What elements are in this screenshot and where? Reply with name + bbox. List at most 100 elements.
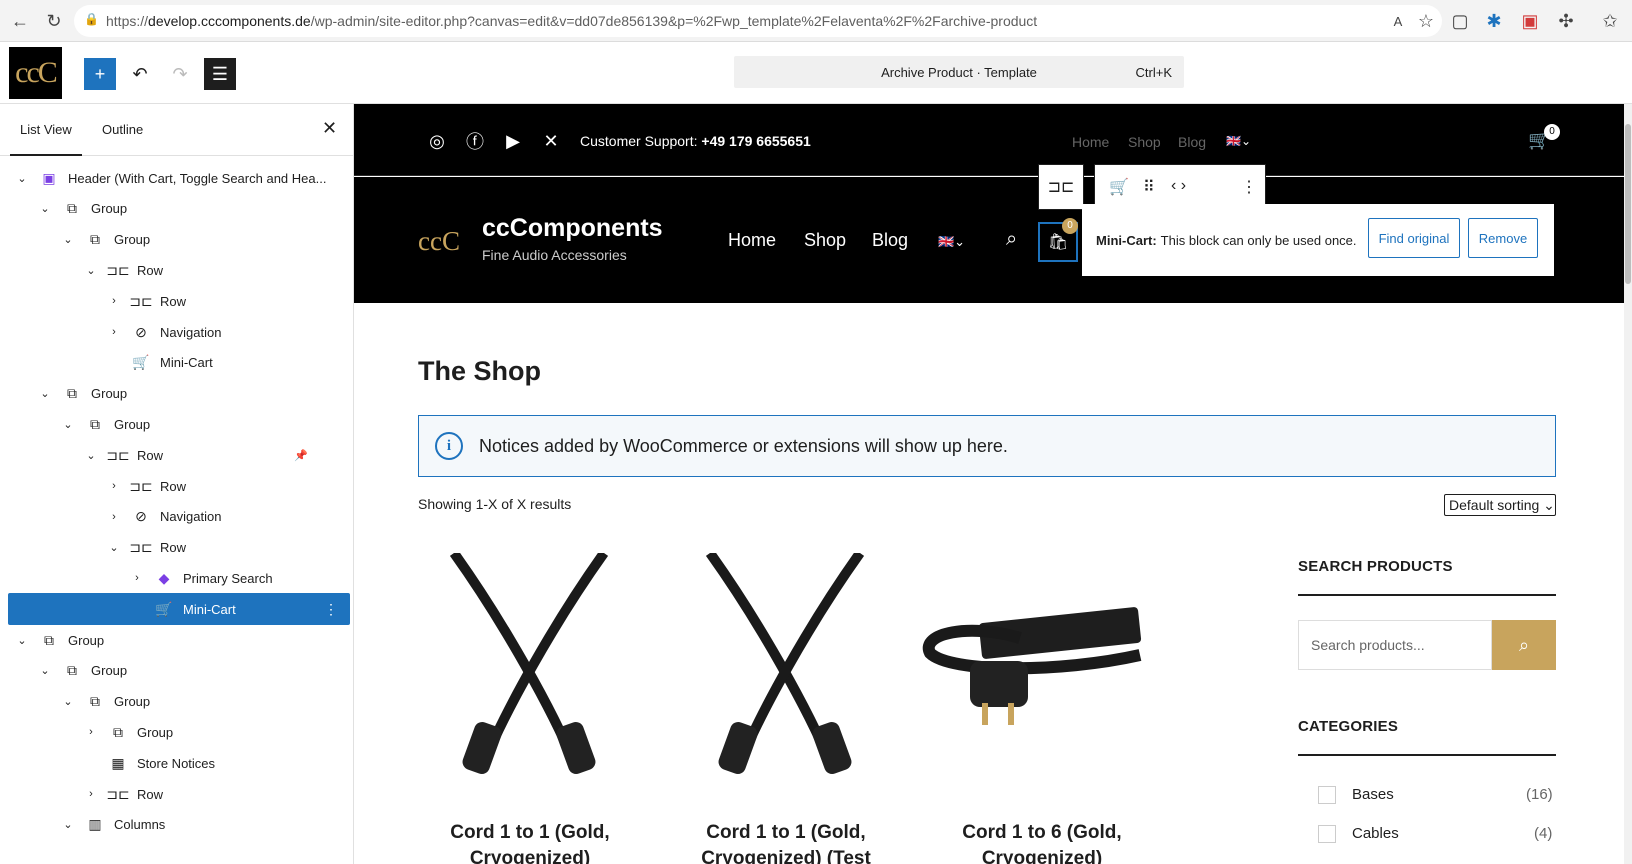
add-block-button[interactable]: + xyxy=(84,58,116,90)
list-view-item[interactable]: ⌄ ⊐⊏ Row 📌 xyxy=(8,439,350,471)
extensions-puzzle-icon[interactable]: ✣ xyxy=(1554,9,1578,33)
list-view-item[interactable]: ⌄ ⧉ Group xyxy=(8,686,350,718)
expand-chevron-icon[interactable]: ⌄ xyxy=(108,541,120,554)
tab-list-view[interactable]: List View xyxy=(10,122,82,156)
list-view-item[interactable]: 🛒 Mini-Cart xyxy=(8,347,350,379)
list-view-item[interactable]: ⌄ ⧉ Group xyxy=(8,408,350,440)
facebook-icon[interactable]: ⓕ xyxy=(464,130,486,152)
list-view-item[interactable]: ⌄ ⧉ Group xyxy=(8,655,350,687)
expand-chevron-icon[interactable]: › xyxy=(108,326,120,338)
drag-handle-icon[interactable]: ⠿ xyxy=(1143,177,1155,197)
uk-flag-icon[interactable]: 🇬🇧⌄ xyxy=(1226,134,1251,148)
item-options-icon[interactable]: ⋮ xyxy=(324,601,338,618)
list-view-item[interactable]: ⌄ ▥ Columns xyxy=(8,809,350,841)
brand-name[interactable]: ccComponents xyxy=(482,214,663,243)
main-nav-blog[interactable]: Blog xyxy=(872,230,908,251)
category-name[interactable]: Bases xyxy=(1352,786,1394,803)
back-icon[interactable]: ← xyxy=(8,9,32,33)
expand-chevron-icon[interactable]: › xyxy=(85,788,97,800)
expand-chevron-icon[interactable]: › xyxy=(108,295,120,307)
brand-logo[interactable]: ccC xyxy=(418,226,466,260)
reload-icon[interactable]: ↻ xyxy=(42,9,66,33)
move-arrows-icon[interactable]: ‹ › xyxy=(1171,177,1186,195)
parent-row-button[interactable]: ⊐⊏ xyxy=(1038,164,1084,210)
expand-chevron-icon[interactable]: ⌄ xyxy=(85,449,97,462)
block-type-icon: ⊘ xyxy=(135,323,147,340)
document-overview-button[interactable]: ☰ xyxy=(204,58,236,90)
tab-outline[interactable]: Outline xyxy=(102,122,143,137)
list-view-item[interactable]: ⌄ ⊐⊏ Row xyxy=(8,532,350,564)
extension-icon[interactable]: ✱ xyxy=(1482,9,1506,33)
block-type-icon: ⊐⊏ xyxy=(129,292,153,309)
list-view-item[interactable]: ⌄ ⧉ Group xyxy=(8,193,350,225)
category-checkbox[interactable] xyxy=(1318,825,1336,843)
list-view-item[interactable]: › ⊐⊏ Row xyxy=(8,470,350,502)
list-view-item[interactable]: ▦ Store Notices xyxy=(8,747,350,779)
expand-chevron-icon[interactable]: › xyxy=(131,572,143,584)
close-icon[interactable]: ✕ xyxy=(322,118,337,139)
product-title[interactable]: Cord 1 to 6 (Gold, Cryogenized) xyxy=(922,820,1162,864)
product-title[interactable]: Cord 1 to 1 (Gold, Cryogenized) (Test xyxy=(666,820,906,864)
list-view-item[interactable]: › ⊘ Navigation xyxy=(8,501,350,533)
expand-chevron-icon[interactable]: › xyxy=(108,511,120,523)
remove-button[interactable]: Remove xyxy=(1468,218,1538,258)
expand-chevron-icon[interactable]: › xyxy=(85,726,97,738)
expand-chevron-icon[interactable]: ⌄ xyxy=(62,818,74,831)
uk-flag-icon[interactable]: 🇬🇧⌄ xyxy=(938,234,965,250)
list-view-item[interactable]: ⌄ ⧉ Group xyxy=(8,624,350,656)
list-view-item[interactable]: ⌄ ⊐⊏ Row xyxy=(8,254,350,286)
list-view-item[interactable]: › ⧉ Group xyxy=(8,716,350,748)
extension-red-icon[interactable]: ▣ xyxy=(1518,9,1542,33)
document-title-bar[interactable]: Archive Product · Template Ctrl+K xyxy=(734,56,1184,88)
expand-chevron-icon[interactable]: ⌄ xyxy=(16,172,28,185)
favorite-star-icon[interactable]: ☆ xyxy=(1414,9,1438,33)
search-submit-button[interactable]: ⌕ xyxy=(1492,620,1556,670)
expand-chevron-icon[interactable]: ⌄ xyxy=(39,202,51,215)
favorites-icon[interactable]: ✩ xyxy=(1598,9,1622,33)
block-type-icon: ▣ xyxy=(42,169,56,186)
youtube-icon[interactable]: ▶ xyxy=(502,130,524,152)
address-bar[interactable]: 🔒 https://develop.cccomponents.de/wp-adm… xyxy=(74,5,1442,37)
expand-chevron-icon[interactable]: ⌄ xyxy=(62,233,74,246)
find-original-button[interactable]: Find original xyxy=(1368,218,1460,258)
site-logo[interactable]: ccC xyxy=(9,47,62,99)
main-nav-home[interactable]: Home xyxy=(728,230,776,251)
search-products-input[interactable]: Search products... xyxy=(1298,620,1492,670)
main-nav-shop[interactable]: Shop xyxy=(804,230,846,251)
read-aloud-icon[interactable]: A xyxy=(1386,9,1410,33)
list-view-item[interactable]: 🛒 Mini-Cart ⋮ xyxy=(8,593,350,626)
search-icon[interactable]: ⌕ xyxy=(1006,228,1017,251)
expand-chevron-icon[interactable]: ⌄ xyxy=(62,418,74,431)
expand-chevron-icon[interactable]: ⌄ xyxy=(85,264,97,277)
expand-chevron-icon[interactable]: ⌄ xyxy=(39,387,51,400)
list-view-item[interactable]: › ⊘ Navigation xyxy=(8,316,350,348)
split-screen-icon[interactable]: ▢ xyxy=(1448,9,1472,33)
product-image-cord-1[interactable] xyxy=(434,553,624,793)
top-nav-blog[interactable]: Blog xyxy=(1178,134,1206,150)
product-title[interactable]: Cord 1 to 1 (Gold, Cryogenized) xyxy=(410,820,650,864)
list-view-item[interactable]: › ◆ Primary Search xyxy=(8,562,350,594)
category-name[interactable]: Cables xyxy=(1352,825,1399,842)
instagram-icon[interactable]: ◎ xyxy=(426,130,448,152)
expand-chevron-icon[interactable]: ⌄ xyxy=(62,695,74,708)
expand-chevron-icon[interactable]: ⌄ xyxy=(16,634,28,647)
scrollbar-thumb[interactable] xyxy=(1625,124,1631,284)
category-checkbox[interactable] xyxy=(1318,786,1336,804)
list-view-item[interactable]: ⌄ ⧉ Group xyxy=(8,378,350,410)
expand-chevron-icon[interactable]: › xyxy=(108,480,120,492)
redo-button[interactable]: ↷ xyxy=(164,58,196,90)
x-icon[interactable]: ✕ xyxy=(540,130,562,152)
product-image-strip[interactable] xyxy=(910,553,1150,793)
undo-button[interactable]: ↶ xyxy=(124,58,156,90)
top-nav-shop[interactable]: Shop xyxy=(1128,134,1161,150)
list-view-item[interactable]: ⌄ ▣ Header (With Cart, Toggle Search and H… xyxy=(8,162,350,194)
more-options-icon[interactable]: ⋮ xyxy=(1241,177,1257,197)
expand-chevron-icon[interactable]: ⌄ xyxy=(39,664,51,677)
list-view-item[interactable]: ⌄ ⧉ Group xyxy=(8,224,350,256)
product-image-cord-2[interactable] xyxy=(690,553,880,793)
list-view-item[interactable]: › ⊐⊏ Row xyxy=(8,285,350,317)
top-nav-home[interactable]: Home xyxy=(1072,134,1109,150)
mini-cart-type-icon[interactable]: 🛒 xyxy=(1109,177,1129,197)
sorting-select[interactable]: Default sorting ⌄ xyxy=(1444,494,1556,516)
list-view-item[interactable]: › ⊐⊏ Row xyxy=(8,778,350,810)
